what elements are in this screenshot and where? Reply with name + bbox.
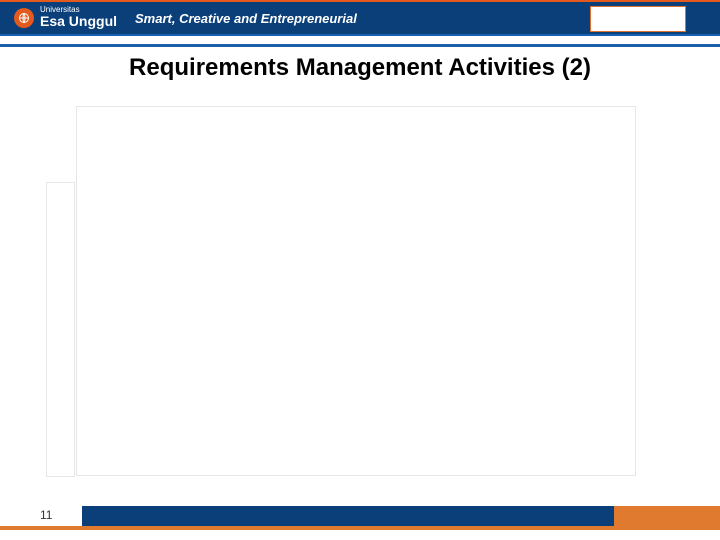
header-band: Universitas Esa Unggul Smart, Creative a…: [0, 0, 720, 36]
university-logo-block: Universitas Esa Unggul: [0, 7, 117, 29]
content-placeholder-narrow: [46, 182, 75, 477]
slide-title: Requirements Management Activities (2): [0, 54, 720, 82]
footer-underline: [0, 526, 720, 530]
page-number: 11: [40, 508, 52, 522]
tagline: Smart, Creative and Entrepreneurial: [135, 11, 357, 26]
footer-bar-orange: [614, 506, 720, 526]
university-name-text: Esa Unggul: [40, 13, 117, 29]
header-accent-box: [590, 6, 686, 32]
content-placeholder-main: [76, 106, 636, 476]
university-name: Universitas Esa Unggul: [40, 7, 117, 29]
globe-icon: [14, 8, 34, 28]
header-divider: [0, 44, 720, 47]
